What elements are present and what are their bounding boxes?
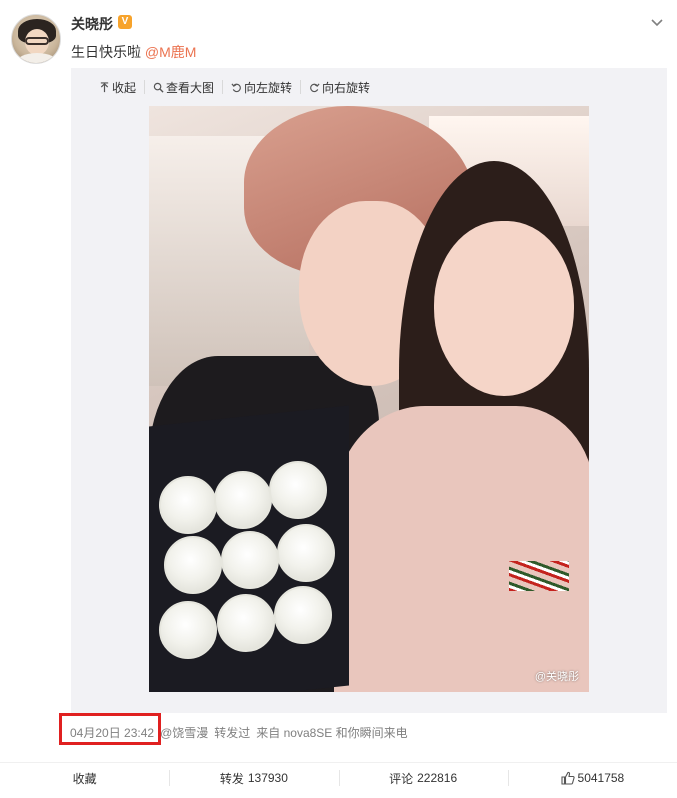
post-photo[interactable]: @关晓彤 bbox=[149, 106, 589, 692]
photo-roses bbox=[159, 461, 335, 692]
post-text: 生日快乐啦 @M鹿M bbox=[71, 42, 196, 62]
rotate-left-icon bbox=[231, 82, 241, 92]
rose bbox=[269, 461, 327, 519]
rotate-right-button[interactable]: 向右旋转 bbox=[301, 80, 378, 95]
chevron-down-icon[interactable] bbox=[649, 14, 665, 30]
search-icon bbox=[153, 82, 164, 93]
view-large-label: 查看大图 bbox=[166, 80, 215, 95]
action-bar: 收藏 转发 137930 评论 222816 5041758 bbox=[0, 762, 677, 793]
photo-sleeve-stripe bbox=[509, 561, 569, 591]
photo-woman-face bbox=[434, 221, 574, 396]
weibo-post-card: 关晓彤 V 生日快乐啦 @M鹿M 收起 查看大图 向左旋转 向右旋转 @关晓彤 … bbox=[0, 0, 677, 798]
rotate-left-label: 向左旋转 bbox=[244, 80, 293, 95]
favorite-label: 收藏 bbox=[72, 771, 97, 786]
comment-button[interactable]: 评论 222816 bbox=[338, 763, 508, 793]
collapse-label: 收起 bbox=[112, 80, 137, 95]
like-button[interactable]: 5041758 bbox=[507, 763, 677, 793]
reposted-by[interactable]: @饶雪漫 bbox=[160, 724, 208, 741]
media-toolbar: 收起 查看大图 向左旋转 向右旋转 bbox=[91, 80, 378, 95]
rotate-right-label: 向右旋转 bbox=[322, 80, 371, 95]
photo-woman-body bbox=[334, 406, 589, 692]
collapse-button[interactable]: 收起 bbox=[91, 80, 146, 95]
rose bbox=[217, 594, 275, 652]
author-name[interactable]: 关晓彤 bbox=[71, 14, 113, 34]
mention-link[interactable]: @M鹿M bbox=[145, 44, 197, 60]
rose bbox=[159, 476, 217, 534]
rotate-left-button[interactable]: 向左旋转 bbox=[223, 80, 302, 95]
rose bbox=[274, 586, 332, 644]
photo-watermark: @关晓彤 bbox=[534, 671, 579, 683]
post-body: 生日快乐啦 bbox=[71, 44, 141, 60]
collapse-icon bbox=[100, 81, 109, 92]
rose bbox=[221, 531, 279, 589]
author-avatar[interactable] bbox=[11, 14, 61, 64]
comment-count: 222816 bbox=[417, 771, 458, 785]
view-large-button[interactable]: 查看大图 bbox=[145, 80, 224, 95]
avatar-glasses bbox=[25, 37, 49, 45]
rotate-right-icon bbox=[310, 82, 320, 92]
rose bbox=[277, 524, 335, 582]
reposted-label: 转发过 bbox=[214, 726, 251, 740]
media-viewer: 收起 查看大图 向左旋转 向右旋转 @关晓彤 bbox=[71, 68, 667, 713]
time-highlight-box bbox=[59, 713, 161, 745]
rose bbox=[159, 601, 217, 659]
repost-count: 137930 bbox=[247, 771, 288, 785]
avatar-body bbox=[16, 53, 58, 63]
comment-label: 评论 bbox=[389, 771, 414, 786]
like-count: 5041758 bbox=[577, 771, 625, 785]
rose bbox=[214, 471, 272, 529]
repost-button[interactable]: 转发 137930 bbox=[169, 763, 338, 793]
thumbs-up-icon bbox=[560, 771, 575, 785]
rose bbox=[164, 536, 222, 594]
favorite-button[interactable]: 收藏 bbox=[0, 763, 169, 793]
verified-badge-icon: V bbox=[118, 15, 132, 29]
repost-label: 转发 bbox=[219, 771, 244, 786]
post-source: 来自 nova8SE 和你瞬间来电 bbox=[256, 726, 408, 740]
